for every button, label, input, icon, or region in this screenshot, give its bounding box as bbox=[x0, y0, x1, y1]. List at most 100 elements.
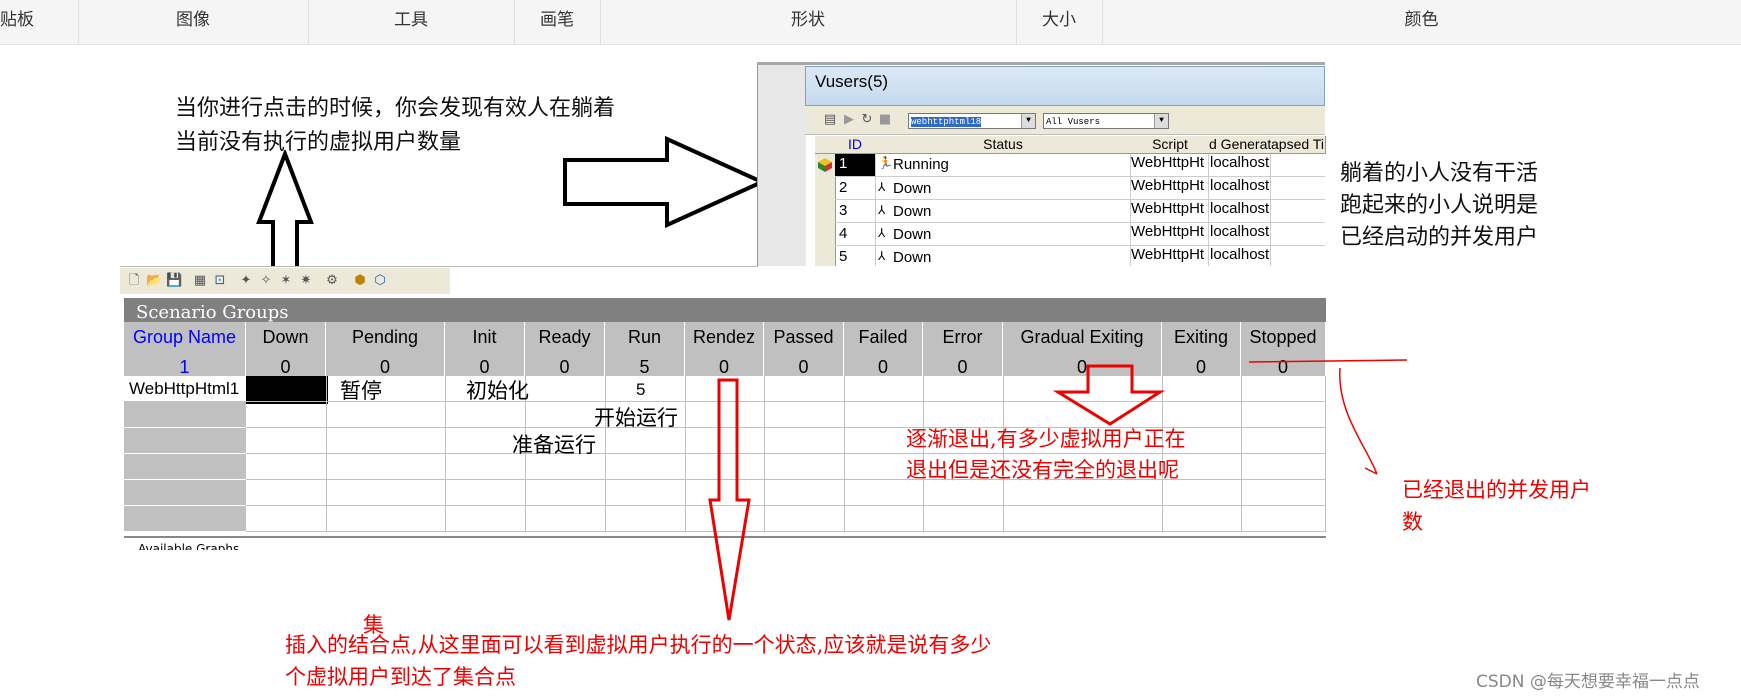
row-divider bbox=[835, 222, 1325, 223]
new-scenario-icon[interactable]: 🗋 bbox=[126, 273, 142, 289]
col-label: Down bbox=[262, 327, 309, 347]
vuser-status-cube-icon bbox=[818, 158, 832, 172]
col-init[interactable]: Init 0 bbox=[445, 322, 525, 377]
col-total: 0 bbox=[718, 357, 729, 377]
col-group-name[interactable]: Group Name 1 bbox=[124, 322, 246, 377]
vusers-title: Vusers(5) bbox=[815, 72, 889, 91]
vuser-col-elapsed[interactable]: apsed Ti bbox=[1271, 136, 1326, 154]
selected-down-cell[interactable] bbox=[246, 376, 328, 404]
chevron-down-icon: ▼ bbox=[1154, 114, 1168, 128]
group-select[interactable]: webhttphtml18 ▼ bbox=[908, 113, 1036, 129]
col-ready[interactable]: Ready 0 bbox=[525, 322, 605, 377]
monitors-icon[interactable]: ⬡ bbox=[372, 273, 388, 289]
ribbon-size[interactable]: 大小 bbox=[1016, 0, 1103, 44]
stop-vuser-icon[interactable]: ✶ bbox=[278, 273, 294, 289]
scenario-groups-title: Scenario Groups bbox=[124, 298, 1326, 322]
col-label: Stopped bbox=[1249, 327, 1317, 347]
load-generators-icon[interactable]: ⬢ bbox=[352, 273, 368, 289]
vuser-status: Down bbox=[893, 249, 932, 266]
ribbon-image[interactable]: 图像 bbox=[78, 0, 309, 44]
options-icon[interactable]: ⚙ bbox=[324, 273, 340, 289]
col-label: Group Name bbox=[132, 327, 237, 347]
col-divider bbox=[875, 154, 876, 279]
col-passed[interactable]: Passed 0 bbox=[764, 322, 844, 377]
filter-select-value: All Vusers bbox=[1046, 117, 1101, 127]
col-label: Gradual Exiting bbox=[1020, 327, 1144, 347]
vuser-generator: localhost bbox=[1210, 223, 1270, 240]
red-pointer-line-icon bbox=[1248, 359, 1408, 475]
col-total: 0 bbox=[798, 357, 809, 377]
col-total: 5 bbox=[639, 357, 650, 377]
note-start-run: 开始运行 bbox=[594, 406, 678, 430]
scenario-groups-label: Scenario Groups bbox=[136, 302, 289, 322]
vuser-stop-icon[interactable]: ■ bbox=[877, 112, 893, 128]
col-label: Init bbox=[472, 327, 497, 347]
vuser-status: Running bbox=[893, 156, 949, 173]
col-total: 1 bbox=[179, 357, 190, 377]
vuser-script: WebHttpHt bbox=[1131, 154, 1205, 171]
col-total: 0 bbox=[1195, 357, 1206, 377]
group-name-cell[interactable] bbox=[124, 480, 246, 506]
vuser-col-id[interactable]: ID bbox=[835, 136, 876, 154]
controller-toolbar: 🗋 📂 💾 ▦ ⊡ ✦ ✧ ✶ ✷ ⚙ ⬢ ⬡ bbox=[120, 268, 450, 294]
lying-man-icon: ⅄ bbox=[878, 180, 886, 194]
vuser-col-generator[interactable]: d Generat bbox=[1209, 136, 1272, 154]
col-divider bbox=[1270, 154, 1271, 279]
group-name-cell[interactable] bbox=[124, 428, 246, 454]
red-gradual-arrow-icon bbox=[1052, 364, 1166, 426]
col-total: 0 bbox=[957, 357, 968, 377]
reset-vuser-icon[interactable]: ✷ bbox=[298, 273, 314, 289]
col-run[interactable]: Run 5 bbox=[605, 322, 685, 377]
available-graphs-label: Available Graphs bbox=[138, 542, 240, 550]
vuser-run-icon[interactable]: ▶ bbox=[841, 112, 857, 128]
vuser-col-status[interactable]: Status bbox=[875, 136, 1132, 154]
ribbon-clipboard[interactable]: 贴板 bbox=[0, 0, 79, 44]
vuser-details-icon[interactable]: ▤ bbox=[822, 112, 838, 128]
details-icon[interactable]: ⊡ bbox=[212, 273, 228, 289]
gradual-vuser-icon[interactable]: ✧ bbox=[258, 273, 274, 289]
group-name-cell[interactable] bbox=[124, 454, 246, 480]
col-label: Passed bbox=[773, 327, 834, 347]
note-rendez-2: 个虚拟用户到达了集合点 bbox=[285, 665, 516, 689]
group-name-cell[interactable] bbox=[124, 402, 246, 428]
vuser-refresh-icon[interactable]: ↻ bbox=[859, 112, 875, 128]
run-count-value: 5 bbox=[636, 380, 646, 399]
run-vuser-icon[interactable]: ✦ bbox=[238, 273, 254, 289]
lying-man-icon: ⅄ bbox=[878, 203, 886, 217]
note-stopped-2: 数 bbox=[1402, 510, 1423, 534]
group-name-value: WebHttpHtml1 bbox=[129, 379, 240, 398]
ribbon-brushes[interactable]: 画笔 bbox=[514, 0, 601, 44]
vuser-status: Down bbox=[893, 203, 932, 220]
grid-col-line bbox=[1241, 376, 1242, 532]
col-rendez[interactable]: Rendez 0 bbox=[685, 322, 764, 377]
group-icon[interactable]: ▦ bbox=[192, 273, 208, 289]
save-icon[interactable]: 💾 bbox=[166, 273, 182, 289]
col-total: 0 bbox=[877, 357, 888, 377]
grid-col-line bbox=[923, 376, 924, 532]
right-arrow-icon bbox=[563, 136, 767, 228]
note-ready: 准备运行 bbox=[512, 433, 596, 457]
col-label: Run bbox=[627, 327, 662, 347]
group-name-cell[interactable] bbox=[124, 506, 246, 532]
filter-select[interactable]: All Vusers ▼ bbox=[1043, 113, 1169, 129]
ribbon-tools[interactable]: 工具 bbox=[308, 0, 515, 44]
col-label: Error bbox=[942, 327, 983, 347]
col-failed[interactable]: Failed 0 bbox=[844, 322, 923, 377]
note-idle-count: 当前没有执行的虚拟用户数量 bbox=[175, 130, 462, 155]
col-error[interactable]: Error 0 bbox=[923, 322, 1003, 377]
grid-col-line bbox=[326, 376, 327, 532]
red-down-arrow-icon bbox=[708, 378, 751, 621]
vuser-col-script[interactable]: Script bbox=[1131, 136, 1210, 154]
note-pause: 暂停 bbox=[340, 379, 382, 403]
ribbon-colors[interactable]: 颜色 bbox=[1102, 0, 1741, 44]
col-pending[interactable]: Pending 0 bbox=[326, 322, 445, 377]
ribbon-shapes[interactable]: 形状 bbox=[600, 0, 1017, 44]
col-exiting[interactable]: Exiting 0 bbox=[1162, 322, 1241, 377]
note-rendez-1: 插入的结合点,从这里面可以看到虚拟用户执行的一个状态,应该就是说有多少 bbox=[285, 633, 992, 657]
open-folder-icon[interactable]: 📂 bbox=[146, 273, 162, 289]
vuser-row-header-corner bbox=[815, 136, 836, 154]
col-down[interactable]: Down 0 bbox=[246, 322, 326, 377]
group-row-1[interactable]: WebHttpHtml1 bbox=[124, 376, 246, 402]
col-label: Failed bbox=[858, 327, 908, 347]
grid-col-line bbox=[605, 376, 606, 532]
